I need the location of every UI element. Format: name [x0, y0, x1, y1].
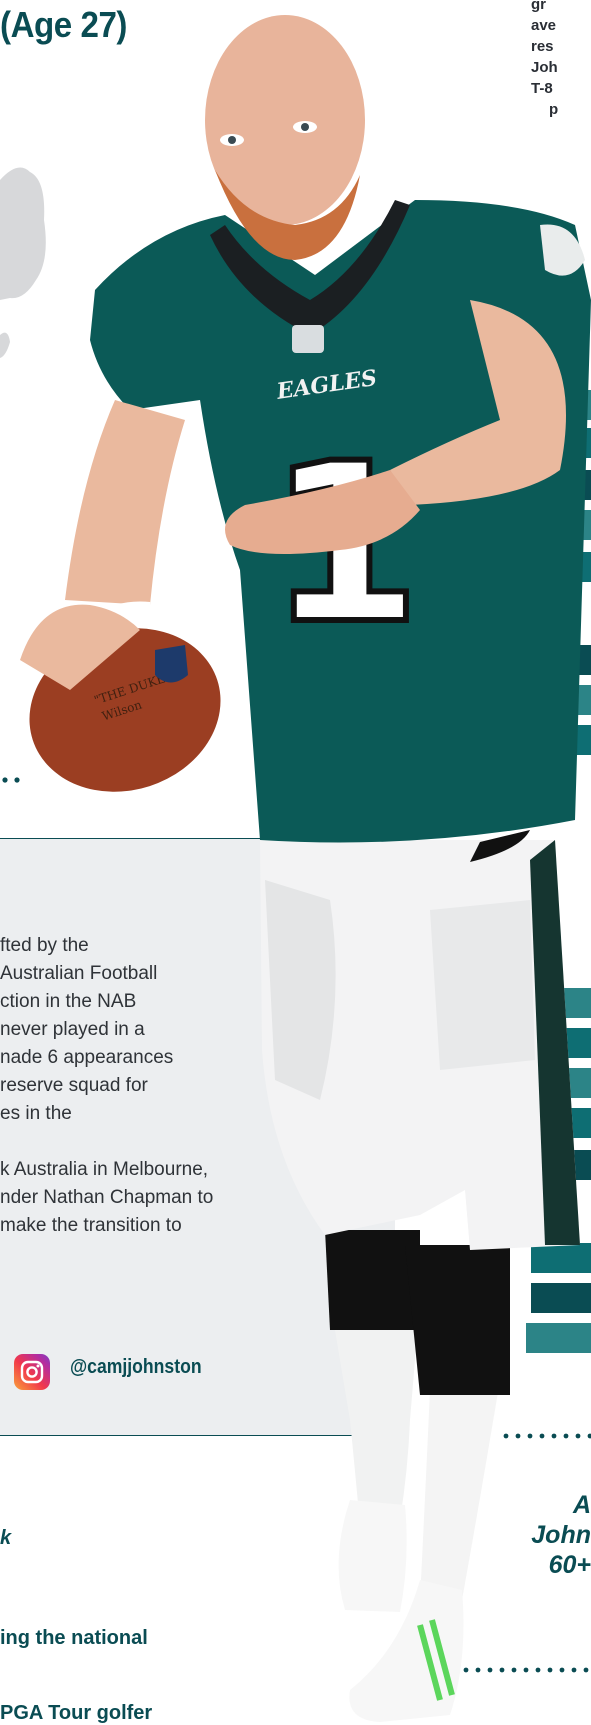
stat-bar — [551, 1028, 591, 1058]
quote-line: John — [531, 1521, 591, 1549]
intro-text-fragment: gr ave res Joh T-8 p — [531, 0, 591, 120]
list-item: k — [0, 1527, 12, 1549]
stat-bar — [541, 1068, 591, 1098]
instagram-handle[interactable]: @camjjohnston — [70, 1356, 202, 1379]
stat-bar — [546, 685, 591, 715]
bio-line: es in the — [0, 1103, 72, 1124]
bio-text: fted by the Australian Football ction in… — [0, 932, 290, 1240]
quote-line: A — [572, 1491, 591, 1519]
football — [29, 628, 221, 792]
jersey-number: 1 — [268, 416, 421, 672]
bio-line: ction in the NAB — [0, 991, 137, 1012]
intro-line: gr — [531, 0, 546, 13]
dotted-divider — [503, 1433, 591, 1439]
stat-bar — [531, 1243, 591, 1273]
cleat-left — [338, 1500, 407, 1612]
stat-bar — [526, 1323, 591, 1353]
stat-bar — [563, 470, 591, 500]
cleat-right — [349, 1580, 464, 1722]
bio-line: make the transition to — [0, 1215, 182, 1236]
intro-line: p — [549, 101, 559, 118]
list-item: ing the national — [0, 1627, 148, 1649]
dotted-divider — [451, 1667, 589, 1673]
stat-bar — [551, 428, 591, 458]
bio-line: k Australia in Melbourne, — [0, 1159, 209, 1180]
stat-bar — [551, 510, 591, 540]
stat-bar — [561, 390, 591, 420]
bio-line: Australian Football — [0, 963, 158, 984]
intro-line: ave — [531, 17, 557, 34]
quote-line: 60+ — [548, 1551, 591, 1579]
intro-line: T-8 — [531, 80, 553, 97]
australia-map — [0, 167, 46, 358]
pull-quote-fragment: A John 60+ — [528, 1490, 591, 1580]
team-wordmark: EAGLES — [274, 365, 378, 405]
list-item: PGA Tour golfer — [0, 1702, 153, 1724]
instagram-icon[interactable] — [14, 1354, 50, 1390]
intro-line: Joh — [531, 59, 558, 76]
bio-line: nder Nathan Chapman to — [0, 1187, 214, 1208]
intro-line: res — [531, 38, 554, 55]
dotted-divider — [2, 777, 20, 783]
football-text: "THE DUKE" — [92, 670, 172, 708]
stat-bar — [561, 725, 591, 755]
bio-line: nade 6 appearances — [0, 1047, 174, 1068]
stat-bar — [531, 1150, 591, 1180]
stat-bar — [561, 645, 591, 675]
page-title: (Age 27) — [0, 4, 127, 45]
stat-bar — [531, 1283, 591, 1313]
bio-line: reserve squad for — [0, 1075, 148, 1096]
stat-bar — [551, 1108, 591, 1138]
football-text: Wilson — [100, 697, 143, 723]
bio-line: never played in a — [0, 1019, 145, 1040]
stat-bar — [556, 552, 591, 582]
bio-line: fted by the — [0, 935, 89, 956]
stat-bar — [561, 988, 591, 1018]
